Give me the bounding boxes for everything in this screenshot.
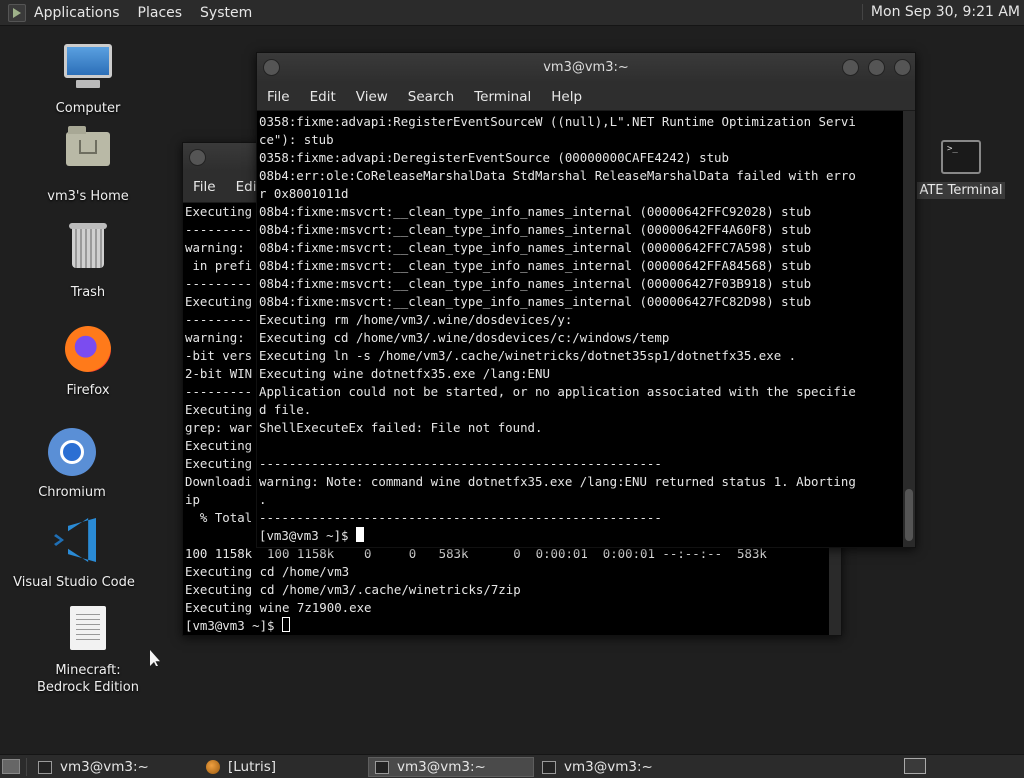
terminal-prompt: [vm3@vm3 ~]$ bbox=[259, 528, 356, 543]
taskbar-item[interactable]: vm3@vm3:~ bbox=[32, 757, 198, 777]
desktop-icon-label: Trash bbox=[70, 285, 106, 300]
terminal-icon bbox=[375, 760, 389, 774]
lutris-icon bbox=[206, 760, 220, 774]
terminal-line: 08b4:fixme:msvcrt:__clean_type_info_name… bbox=[259, 222, 812, 237]
terminal-line: ----------------------------------------… bbox=[259, 456, 662, 471]
terminal-line: 08b4:fixme:msvcrt:__clean_type_info_name… bbox=[259, 294, 812, 309]
terminal-line: Executing cd /home/vm3 bbox=[185, 564, 350, 579]
terminal-line: Application could not be started, or no … bbox=[259, 384, 856, 399]
menu-file[interactable]: File bbox=[267, 89, 290, 105]
taskbar-item-active[interactable]: vm3@vm3:~ bbox=[368, 757, 534, 777]
desktop-icon-label: ATE Terminal bbox=[917, 182, 1005, 199]
minimize-button[interactable] bbox=[842, 59, 859, 76]
terminal-output[interactable]: 0358:fixme:advapi:RegisterEventSourceW (… bbox=[257, 111, 901, 547]
show-desktop-icon[interactable] bbox=[2, 759, 20, 774]
terminal-icon bbox=[542, 760, 556, 774]
menu-search[interactable]: Search bbox=[408, 89, 454, 105]
menu-terminal[interactable]: Terminal bbox=[474, 89, 531, 105]
menu-edit[interactable]: Edi bbox=[236, 179, 257, 195]
taskbar-item-label: [Lutris] bbox=[228, 759, 277, 775]
desktop-icon-label: Visual Studio Code bbox=[13, 575, 135, 590]
menubar: File Edit View Search Terminal Help bbox=[257, 83, 915, 111]
desktop-icon-computer[interactable]: Computer bbox=[23, 44, 153, 117]
firefox-icon bbox=[63, 326, 113, 376]
desktop-icon-minecraft[interactable]: Minecraft: Bedrock Edition bbox=[23, 604, 153, 696]
taskbar-item[interactable]: vm3@vm3:~ bbox=[536, 757, 702, 777]
terminal-prompt: [vm3@vm3 ~]$ bbox=[185, 618, 282, 633]
computer-icon bbox=[63, 44, 113, 94]
menu-file[interactable]: File bbox=[193, 179, 216, 195]
taskbar-item[interactable]: [Lutris] bbox=[200, 757, 366, 777]
terminal-line: 0358:fixme:advapi:RegisterEventSourceW (… bbox=[259, 114, 856, 129]
desktop-icon-chromium[interactable]: Chromium bbox=[7, 428, 137, 501]
terminal-prompt-line: [vm3@vm3 ~]$ bbox=[185, 617, 829, 635]
terminal-line: warning: Note: command wine dotnetfx35.e… bbox=[259, 474, 856, 489]
terminal-line: ----------------------------------------… bbox=[259, 510, 662, 525]
desktop-icon-label: Computer bbox=[55, 101, 121, 116]
terminal-line: ShellExecuteEx failed: File not found. bbox=[259, 420, 543, 435]
terminal-line: Executing cd /home/vm3/.wine/dosdevices/… bbox=[259, 330, 670, 345]
taskbar-item-label: vm3@vm3:~ bbox=[60, 759, 149, 775]
close-button[interactable] bbox=[894, 59, 911, 76]
terminal-line: 08b4:fixme:msvcrt:__clean_type_info_name… bbox=[259, 240, 812, 255]
terminal-line: Executing wine 7z1900.exe bbox=[185, 600, 372, 615]
taskbar-item-label: vm3@vm3:~ bbox=[564, 759, 653, 775]
terminal-cursor bbox=[355, 527, 364, 542]
menu-system[interactable]: System bbox=[200, 5, 252, 21]
terminal-line: . bbox=[259, 492, 267, 507]
terminal-line: Executing rm /home/vm3/.wine/dosdevices/… bbox=[259, 312, 573, 327]
taskbar-item-label: vm3@vm3:~ bbox=[397, 759, 486, 775]
scrollbar-thumb[interactable] bbox=[905, 489, 913, 541]
separator bbox=[26, 758, 27, 776]
clock[interactable]: Mon Sep 30, 9:21 AM bbox=[861, 4, 1020, 20]
home-folder-icon bbox=[63, 126, 113, 182]
maximize-button[interactable] bbox=[868, 59, 885, 76]
document-icon bbox=[63, 606, 113, 656]
menu-places[interactable]: Places bbox=[138, 5, 183, 21]
window-title: vm3@vm3:~ bbox=[543, 60, 629, 75]
terminal-line: 08b4:fixme:msvcrt:__clean_type_info_name… bbox=[259, 258, 812, 273]
desktop-icon-firefox[interactable]: Firefox bbox=[23, 324, 153, 399]
desktop-icon-label: Minecraft: Bedrock Edition bbox=[37, 663, 139, 695]
window-menu-button[interactable] bbox=[189, 149, 206, 166]
terminal-icon bbox=[38, 760, 52, 774]
desktop-icon-home[interactable]: vm3's Home bbox=[23, 124, 153, 205]
terminal-line: 08b4:fixme:msvcrt:__clean_type_info_name… bbox=[259, 204, 812, 219]
terminal-line: 0358:fixme:advapi:DeregisterEventSource … bbox=[259, 150, 729, 165]
terminal-line: ce"): stub bbox=[259, 132, 334, 147]
desktop-icon-label: Chromium bbox=[38, 485, 106, 500]
top-panel: Applications Places System Mon Sep 30, 9… bbox=[0, 0, 1024, 26]
menu-help[interactable]: Help bbox=[551, 89, 582, 105]
desktop-icon-label: vm3's Home bbox=[47, 189, 129, 204]
terminal-cursor bbox=[281, 617, 290, 632]
chromium-icon bbox=[47, 428, 97, 478]
menu-applications[interactable]: Applications bbox=[34, 5, 120, 21]
trash-icon bbox=[63, 223, 113, 278]
scrollbar[interactable] bbox=[903, 111, 915, 547]
terminal-line: Executing ln -s /home/vm3/.cache/winetri… bbox=[259, 348, 797, 363]
menu-edit[interactable]: Edit bbox=[310, 89, 336, 105]
terminal-window-front[interactable]: vm3@vm3:~ File Edit View Search Terminal… bbox=[256, 52, 916, 548]
desktop-icon-trash[interactable]: Trash bbox=[23, 223, 153, 301]
terminal-icon bbox=[941, 140, 981, 174]
terminal-line: Executing cd /home/vm3/.cache/winetricks… bbox=[185, 582, 521, 597]
applications-menu-icon[interactable] bbox=[8, 3, 26, 22]
desktop-icon-vscode[interactable]: Visual Studio Code bbox=[9, 516, 139, 591]
workspace-switcher[interactable] bbox=[904, 758, 926, 774]
terminal-line: 08b4:fixme:msvcrt:__clean_type_info_name… bbox=[259, 276, 812, 291]
titlebar[interactable]: vm3@vm3:~ bbox=[257, 53, 915, 83]
terminal-line: r 0x8001011d bbox=[259, 186, 349, 201]
bottom-panel: vm3@vm3:~ [Lutris] vm3@vm3:~ vm3@vm3:~ bbox=[0, 754, 1024, 778]
terminal-line: Executing wine dotnetfx35.exe /lang:ENU bbox=[259, 366, 550, 381]
desktop-icon-mate-terminal[interactable]: ATE Terminal bbox=[916, 140, 1006, 199]
vscode-icon bbox=[49, 518, 99, 568]
menu-view[interactable]: View bbox=[356, 89, 388, 105]
terminal-line: d file. bbox=[259, 402, 312, 417]
terminal-prompt-line: [vm3@vm3 ~]$ bbox=[259, 527, 901, 545]
terminal-line: 08b4:err:ole:CoReleaseMarshalData StdMar… bbox=[259, 168, 856, 183]
desktop-icon-label: Firefox bbox=[66, 383, 110, 398]
